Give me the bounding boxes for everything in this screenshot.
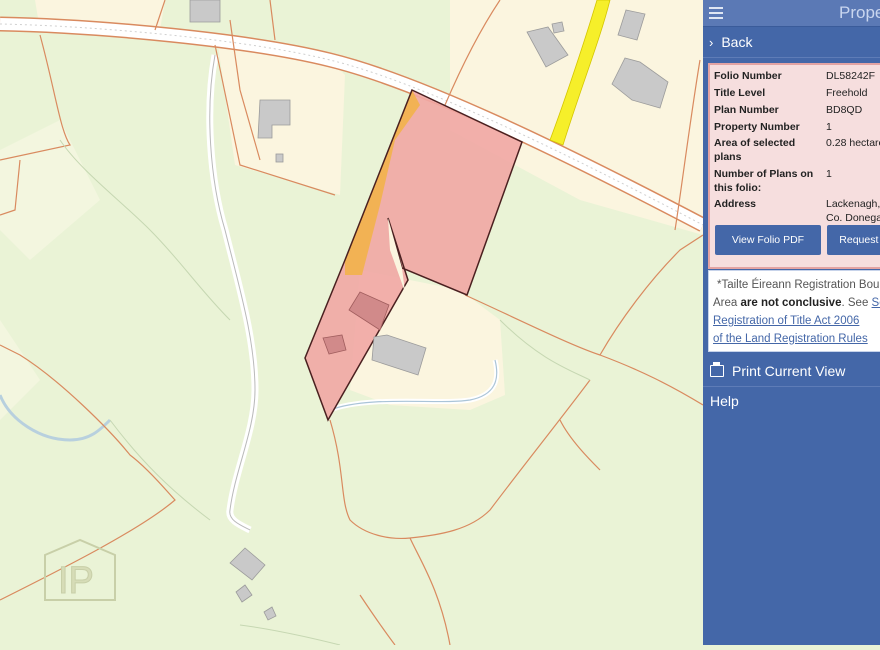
info-key: Number of Plans on this folio: bbox=[714, 168, 814, 194]
info-value: Lackenagh, Co. Donegal bbox=[826, 198, 880, 224]
info-value: Freehold bbox=[826, 87, 868, 99]
info-value: 1 bbox=[826, 121, 832, 133]
print-icon bbox=[710, 362, 724, 377]
notice-link[interactable]: Sec bbox=[872, 297, 880, 309]
back-button[interactable]: › Back bbox=[703, 27, 880, 58]
notice-emphasis: are not conclusive bbox=[740, 297, 842, 309]
panel-title: Prope bbox=[839, 3, 880, 22]
info-key: Address bbox=[714, 198, 757, 210]
info-value: 0.28 hectare bbox=[826, 137, 880, 149]
map-canvas[interactable]: IP bbox=[0, 0, 707, 646]
notice-line-2: Area are not conclusive. See Sec bbox=[713, 295, 880, 311]
menu-icon[interactable] bbox=[709, 4, 723, 22]
print-label: Print Current View bbox=[732, 363, 846, 379]
info-value: DL58242F bbox=[826, 70, 876, 82]
info-key: Area of selected plans bbox=[714, 137, 796, 163]
request-copy-button[interactable]: Request Co bbox=[827, 225, 880, 255]
help-label: Help bbox=[710, 393, 739, 409]
info-value: 1 bbox=[826, 168, 832, 180]
view-folio-pdf-button[interactable]: View Folio PDF bbox=[715, 225, 821, 255]
registration-act-link[interactable]: Registration of Title Act 2006 bbox=[713, 315, 859, 327]
registration-rules-link[interactable]: of the Land Registration Rules bbox=[713, 333, 868, 345]
info-key: Plan Number bbox=[714, 104, 779, 116]
map-view[interactable]: IP bbox=[0, 0, 707, 646]
back-label: Back bbox=[721, 34, 753, 50]
info-key: Property Number bbox=[714, 121, 800, 133]
folio-info-card: Folio Number DL58242F Title Level Freeho… bbox=[708, 63, 880, 269]
notice-text: Area bbox=[713, 297, 741, 309]
print-current-view-button[interactable]: Print Current View bbox=[703, 356, 880, 386]
help-button[interactable]: Help bbox=[703, 386, 880, 416]
side-panel: Prope › Back Folio Number DL58242F Title … bbox=[703, 0, 880, 645]
info-key: Title Level bbox=[714, 87, 766, 99]
notice-line-4: of the Land Registration Rules bbox=[713, 331, 868, 347]
info-value: BD8QD bbox=[826, 104, 863, 116]
watermark-text: IP bbox=[58, 560, 94, 602]
info-key: Folio Number bbox=[714, 70, 782, 82]
notice-line-1: *Tailte Éireann Registration Bound bbox=[717, 279, 880, 291]
panel-header: Prope bbox=[703, 0, 880, 27]
chevron-right-icon: › bbox=[709, 35, 714, 50]
notice-line-3: Registration of Title Act 2006 bbox=[713, 313, 859, 329]
notice-text: . See bbox=[841, 297, 872, 309]
registration-notice: *Tailte Éireann Registration Bound Area … bbox=[708, 270, 880, 352]
